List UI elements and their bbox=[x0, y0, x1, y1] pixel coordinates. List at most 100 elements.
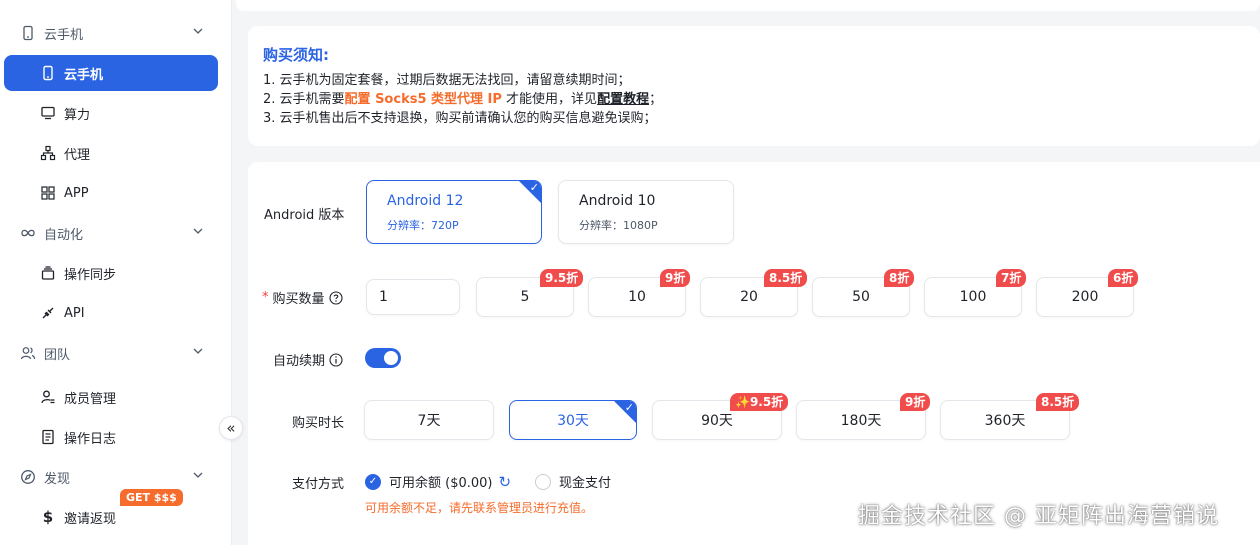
help-circle-icon[interactable] bbox=[328, 290, 343, 305]
radio-empty-icon bbox=[535, 473, 551, 490]
discount-badge: 9折 bbox=[900, 393, 931, 411]
duration-option-7[interactable]: 7天 bbox=[364, 400, 494, 440]
toggle-knob bbox=[384, 351, 398, 365]
collapse-sidebar-button[interactable]: « bbox=[219, 416, 243, 440]
monitor-icon bbox=[40, 105, 56, 121]
sidebar-item-proxy[interactable]: 代理 bbox=[0, 135, 232, 171]
payment-cash-radio[interactable]: 现金支付 bbox=[535, 472, 611, 491]
infinity-icon bbox=[20, 225, 36, 241]
notice-line-2-suffix: ； bbox=[649, 92, 663, 107]
sidebar-item-label: APP bbox=[64, 185, 89, 201]
phone-outline-icon bbox=[20, 25, 36, 41]
sidebar-item-compute[interactable]: 算力 bbox=[0, 95, 232, 131]
sidebar-item-api[interactable]: API bbox=[0, 295, 232, 331]
sidebar-group-label: 团队 bbox=[44, 347, 71, 363]
refresh-icon[interactable]: ↻ bbox=[499, 473, 512, 491]
quantity-input[interactable]: 1 bbox=[366, 279, 460, 315]
sidebar-item-label: 操作日志 bbox=[64, 431, 117, 447]
payment-option-label: 可用余额 ($0.00) bbox=[389, 476, 493, 491]
duration-label: 购买时长 bbox=[292, 416, 345, 431]
sidebar-item-label: 算力 bbox=[64, 107, 91, 123]
team-icon bbox=[20, 345, 36, 361]
version-resolution: 分辨率：720P bbox=[387, 219, 459, 232]
sidebar-item-cloud-phone[interactable]: 云手机 bbox=[4, 55, 218, 91]
top-panel-edge bbox=[236, 0, 1260, 11]
duration-option-30[interactable]: 30天 ✓ bbox=[509, 400, 637, 440]
android-12-option[interactable]: Android 12 分辨率：720P ✓ bbox=[366, 180, 542, 244]
payment-label: 支付方式 bbox=[292, 477, 345, 492]
chevron-down-icon bbox=[192, 469, 204, 485]
version-resolution: 分辨率：1080P bbox=[579, 219, 658, 232]
config-tutorial-link[interactable]: 配置教程 bbox=[597, 92, 649, 107]
apps-grid-icon bbox=[40, 185, 56, 201]
discount-badge: 6折 bbox=[1108, 269, 1139, 287]
network-icon bbox=[40, 145, 56, 161]
sidebar-item-label: 成员管理 bbox=[64, 391, 117, 407]
version-title: Android 12 bbox=[387, 193, 464, 209]
notice-line-2-middle: 才能使用，详见 bbox=[501, 92, 598, 107]
sidebar-item-label: 操作同步 bbox=[64, 267, 117, 283]
quantity-label-text: 购买数量 bbox=[272, 292, 325, 307]
plug-icon bbox=[40, 305, 56, 321]
phone-icon bbox=[40, 65, 56, 81]
sidebar-item-label: API bbox=[64, 305, 85, 321]
discount-badge: 9折 bbox=[660, 269, 691, 287]
notice-title: 购买须知: bbox=[263, 46, 329, 64]
info-circle-icon[interactable] bbox=[329, 352, 343, 367]
version-title: Android 10 bbox=[579, 193, 656, 209]
discount-badge: 8.5折 bbox=[764, 269, 808, 287]
purchase-notice: 购买须知: 1. 云手机为固定套餐，过期后数据无法找回，请留意续期时间； 2. … bbox=[248, 26, 1260, 146]
quantity-input-value: 1 bbox=[379, 289, 388, 305]
android-10-option[interactable]: Android 10 分辨率：1080P bbox=[558, 180, 734, 244]
payment-option-label: 现金支付 bbox=[559, 476, 612, 491]
sidebar: 云手机 云手机 算力 代理 APP 自动化 操作同步 API 团队 成员管理 操… bbox=[0, 0, 232, 545]
sidebar-group-label: 云手机 bbox=[44, 27, 84, 43]
discount-badge: 9.5折 bbox=[540, 269, 584, 287]
purchase-form: Android 版本 Android 12 分辨率：720P ✓ Android… bbox=[248, 162, 1260, 545]
discount-badge: 8.5折 bbox=[1036, 393, 1080, 411]
quantity-label: * 购买数量 bbox=[262, 288, 343, 307]
sidebar-group-cloud-phone[interactable]: 云手机 bbox=[0, 15, 232, 51]
watermark: 掘金技术社区 @ 亚矩阵出海营销说 bbox=[858, 504, 1219, 529]
radio-checked-icon: ✓ bbox=[365, 473, 381, 490]
sync-icon bbox=[40, 265, 56, 281]
compass-icon bbox=[20, 469, 36, 485]
member-icon bbox=[40, 389, 56, 405]
sidebar-item-label: 邀请返现 bbox=[64, 511, 117, 527]
notice-line-2-prefix: 2. 云手机需要 bbox=[263, 92, 345, 107]
discount-badge: ✨9.5折 bbox=[730, 393, 789, 411]
sidebar-group-label: 自动化 bbox=[44, 227, 84, 243]
notice-line-2: 2. 云手机需要配置 Socks5 类型代理 IP 才能使用，详见配置教程； bbox=[263, 90, 1260, 109]
check-icon: ✓ bbox=[624, 401, 634, 414]
auto-renew-label: 自动续期 bbox=[273, 350, 343, 369]
dollar-icon: $ bbox=[42, 508, 54, 526]
balance-warning: 可用余额不足，请先联系管理员进行充值。 bbox=[365, 501, 594, 515]
get-cash-badge: GET $$$ bbox=[120, 489, 183, 506]
log-icon bbox=[40, 429, 56, 445]
chevron-down-icon bbox=[192, 225, 204, 241]
chevron-down-icon bbox=[192, 345, 204, 361]
payment-balance-radio[interactable]: ✓ 可用余额 ($0.00) ↻ bbox=[365, 472, 511, 491]
sidebar-group-label: 发现 bbox=[44, 471, 71, 487]
sidebar-item-logs[interactable]: 操作日志 bbox=[0, 419, 232, 455]
option-value: 7天 bbox=[417, 413, 441, 429]
sidebar-item-label: 代理 bbox=[64, 147, 91, 163]
sidebar-item-label: 云手机 bbox=[64, 67, 104, 83]
check-icon: ✓ bbox=[529, 181, 539, 194]
auto-renew-label-text: 自动续期 bbox=[273, 354, 326, 369]
auto-renew-toggle[interactable] bbox=[365, 348, 401, 368]
android-version-label: Android 版本 bbox=[264, 208, 345, 223]
proxy-config-highlight[interactable]: 配置 Socks5 类型代理 IP bbox=[345, 92, 502, 107]
notice-line-3: 3. 云手机售出后不支持退换，购买前请确认您的购买信息避免误购； bbox=[263, 111, 657, 126]
discount-badge: 8折 bbox=[884, 269, 915, 287]
sidebar-item-app[interactable]: APP bbox=[0, 175, 232, 211]
sidebar-group-team[interactable]: 团队 bbox=[0, 335, 232, 371]
sidebar-group-discover[interactable]: 发现 bbox=[0, 459, 232, 495]
sidebar-item-members[interactable]: 成员管理 bbox=[0, 379, 232, 415]
chevron-down-icon bbox=[192, 25, 204, 41]
sidebar-item-referral[interactable]: $ 邀请返现 GET $$$ bbox=[0, 489, 232, 535]
sidebar-group-automation[interactable]: 自动化 bbox=[0, 215, 232, 251]
required-mark: * bbox=[262, 290, 269, 305]
notice-line-1: 1. 云手机为固定套餐，过期后数据无法找回，请留意续期时间； bbox=[263, 73, 631, 88]
sidebar-item-sync[interactable]: 操作同步 bbox=[0, 255, 232, 291]
